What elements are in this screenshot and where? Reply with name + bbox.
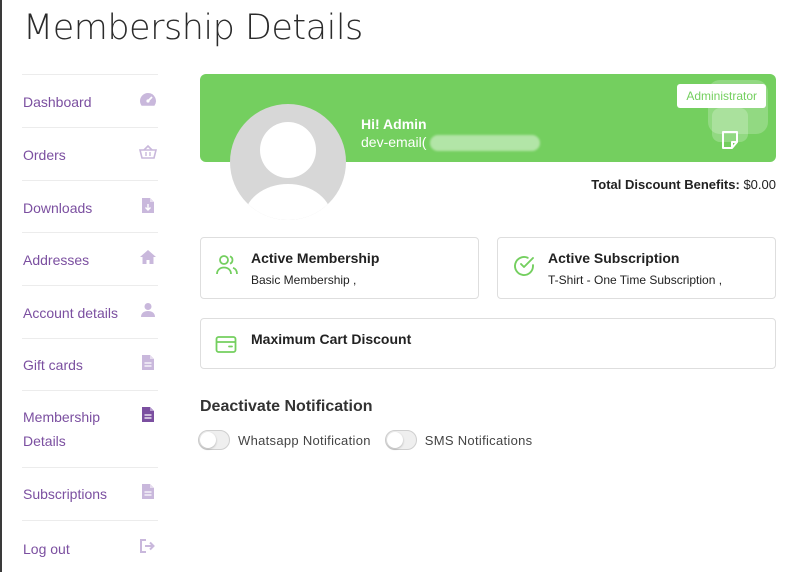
- document-icon: [139, 353, 157, 371]
- sidebar-item-label: Dashboard: [23, 94, 92, 110]
- card-title: Active Membership: [251, 250, 380, 266]
- sms-notification-toggle[interactable]: [384, 430, 417, 450]
- sidebar-item-label: Log out: [23, 541, 70, 557]
- greeting-text: Hi! Admin: [361, 116, 427, 132]
- card-title: Active Subscription: [548, 250, 680, 266]
- note-icon[interactable]: [720, 130, 740, 155]
- card-title: Maximum Cart Discount: [251, 331, 412, 347]
- active-membership-card: Active Membership Basic Membership ,: [200, 237, 479, 299]
- role-badge: Administrator: [677, 84, 766, 108]
- sidebar-item-label: Membership Details: [23, 409, 101, 449]
- discount-value: $0.00: [743, 177, 776, 192]
- sidebar-item-label: Account details: [23, 305, 118, 321]
- discount-label: Total Discount Benefits:: [591, 177, 740, 192]
- account-sidebar: Dashboard Orders Downloads Addresses Acc…: [22, 74, 158, 572]
- sidebar-item-label: Gift cards: [23, 357, 83, 373]
- sidebar-item-membership-details[interactable]: Membership Details: [22, 391, 158, 468]
- avatar: [230, 104, 346, 220]
- active-subscription-card: Active Subscription T-Shirt - One Time S…: [497, 237, 776, 299]
- whatsapp-notification-toggle[interactable]: [198, 430, 230, 450]
- sidebar-item-label: Orders: [23, 147, 66, 163]
- sidebar-item-account-details[interactable]: Account details: [22, 286, 158, 339]
- wallet-icon: [215, 334, 237, 359]
- whatsapp-notification-label: Whatsapp Notification: [238, 432, 371, 448]
- sidebar-item-log-out[interactable]: Log out: [22, 521, 158, 572]
- document-icon: [139, 405, 157, 423]
- notification-toggles: Whatsapp Notification SMS Notifications: [198, 430, 546, 450]
- sidebar-item-downloads[interactable]: Downloads: [22, 181, 158, 233]
- sidebar-item-gift-cards[interactable]: Gift cards: [22, 339, 158, 391]
- users-icon: [215, 254, 239, 281]
- dashboard-gauge-icon: [139, 90, 157, 108]
- membership-value: Basic Membership ,: [251, 273, 357, 287]
- document-icon: [139, 482, 157, 500]
- email-redaction: [430, 135, 540, 151]
- sidebar-item-addresses[interactable]: Addresses: [22, 233, 158, 286]
- sidebar-item-label: Downloads: [23, 200, 93, 216]
- total-discount-benefits: Total Discount Benefits: $0.00: [591, 177, 776, 192]
- sidebar-item-subscriptions[interactable]: Subscriptions: [22, 468, 158, 521]
- user-icon: [139, 301, 157, 319]
- check-circle-icon: [512, 254, 536, 283]
- logout-icon: [139, 537, 157, 555]
- max-cart-discount-card: Maximum Cart Discount: [200, 318, 776, 369]
- sidebar-item-orders[interactable]: Orders: [22, 128, 158, 181]
- sidebar-item-label: Addresses: [23, 252, 90, 268]
- user-email: dev-email(: [361, 134, 427, 150]
- sidebar-item-dashboard[interactable]: Dashboard: [22, 75, 158, 128]
- basket-icon: [139, 143, 157, 161]
- home-icon: [139, 248, 157, 266]
- deactivate-notification-heading: Deactivate Notification: [200, 398, 373, 415]
- left-border: [0, 0, 2, 572]
- file-download-icon: [139, 196, 157, 214]
- sms-notification-label: SMS Notifications: [424, 432, 533, 448]
- sidebar-item-label: Subscriptions: [23, 486, 108, 502]
- page-title: Membership Details: [23, 8, 363, 48]
- subscription-value: T-Shirt - One Time Subscription ,: [548, 273, 723, 287]
